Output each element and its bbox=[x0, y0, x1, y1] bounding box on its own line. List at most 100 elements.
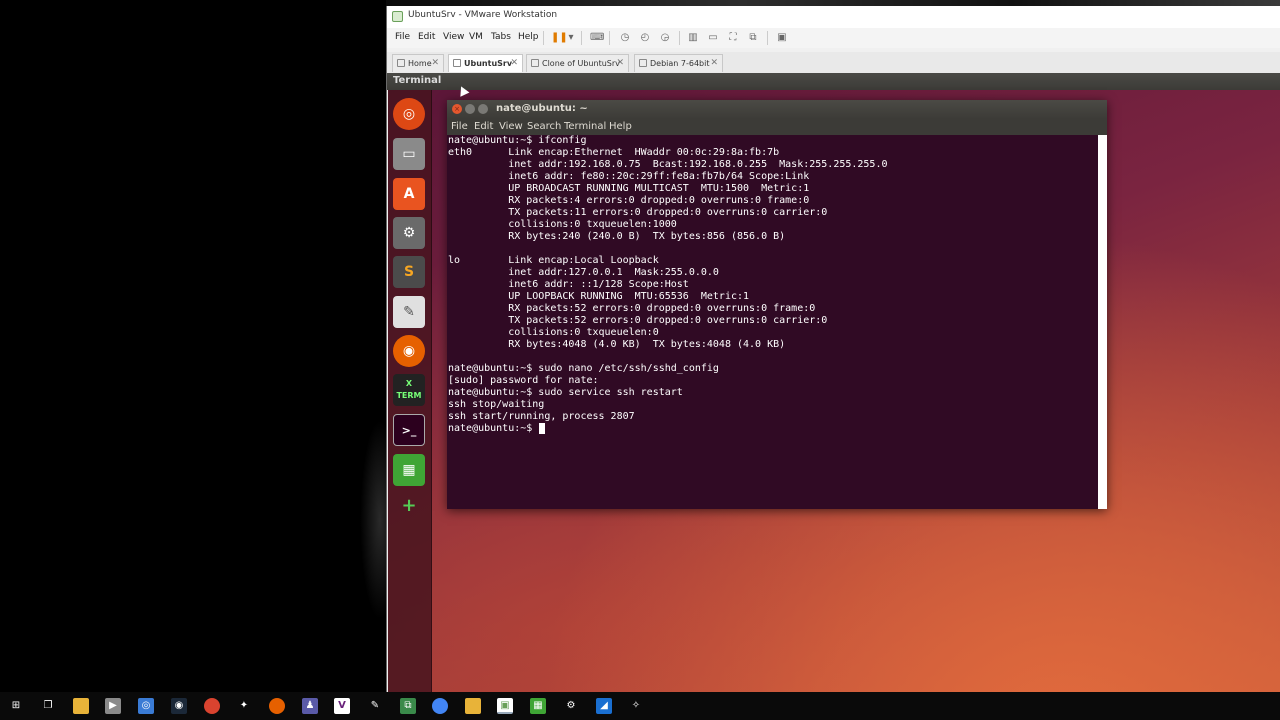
system-settings-icon[interactable]: ⚙ bbox=[393, 217, 425, 249]
terminal-menu-terminal[interactable]: Terminal bbox=[564, 121, 606, 132]
terminal-line: collisions:0 txqueuelen:0 bbox=[448, 327, 659, 338]
tab-home[interactable]: Home ✕ bbox=[392, 54, 444, 72]
terminal-line: RX bytes:240 (240.0 B) TX bytes:856 (856… bbox=[448, 231, 786, 242]
menu-help[interactable]: Help bbox=[518, 32, 539, 42]
vmware-icon[interactable]: ▣ bbox=[497, 698, 513, 714]
vmware-title-bar[interactable]: UbuntuSrv - VMware Workstation bbox=[387, 6, 1280, 28]
app-icon[interactable]: ⧉ bbox=[400, 698, 416, 714]
vmware-tab-strip: Home ✕ UbuntuSrv ✕ Clone of UbuntuSrv ✕ … bbox=[387, 52, 1280, 74]
terminal-title: nate@ubuntu: ~ bbox=[496, 103, 588, 114]
terminal-menu-file[interactable]: File bbox=[451, 121, 468, 132]
terminal-line: nate@ubuntu:~$ ifconfig bbox=[448, 135, 587, 146]
ubuntu-desktop[interactable]: ◎ ▭ A ⚙ S ✎ ◉ X TERM >_ ▦ + × nate@ubuntu… bbox=[388, 90, 1280, 692]
app-icon[interactable]: ◢ bbox=[596, 698, 612, 714]
terminal-line: [sudo] password for nate: bbox=[448, 375, 599, 386]
xterm-icon[interactable]: X TERM bbox=[393, 374, 425, 406]
terminal-window[interactable]: × nate@ubuntu: ~ File Edit View Search T… bbox=[447, 100, 1107, 509]
terminal-line: eth0 Link encap:Ethernet HWaddr 00:0c:29… bbox=[448, 147, 780, 158]
snapshot-icon[interactable]: ◷ bbox=[619, 32, 631, 44]
snapshot-manager-icon[interactable]: ◶ bbox=[659, 32, 671, 44]
software-center-icon[interactable]: A bbox=[393, 178, 425, 210]
close-icon[interactable]: × bbox=[452, 104, 462, 114]
close-icon[interactable]: ✕ bbox=[431, 58, 439, 68]
terminal-menu-search[interactable]: Search bbox=[527, 121, 561, 132]
terminal-line: nate@ubuntu:~$ sudo nano /etc/ssh/sshd_c… bbox=[448, 363, 719, 374]
terminal-menu-bar: File Edit View Search Terminal Help bbox=[447, 119, 1107, 135]
library-icon[interactable]: ▥ bbox=[687, 32, 699, 44]
maximize-icon[interactable] bbox=[478, 104, 488, 114]
terminal-output[interactable]: nate@ubuntu:~$ ifconfig eth0 Link encap:… bbox=[447, 135, 1097, 509]
terminal-menu-edit[interactable]: Edit bbox=[474, 121, 493, 132]
add-icon[interactable]: + bbox=[393, 490, 425, 522]
text-editor-icon[interactable]: ✎ bbox=[393, 296, 425, 328]
terminal-scrollbar[interactable] bbox=[1098, 135, 1107, 509]
chrome-icon[interactable] bbox=[432, 698, 448, 714]
close-icon[interactable]: ✕ bbox=[616, 58, 624, 68]
vmware-window-title: UbuntuSrv - VMware Workstation bbox=[408, 10, 558, 20]
spreadsheet-icon[interactable]: ▦ bbox=[530, 698, 546, 714]
home-icon bbox=[397, 59, 405, 67]
menu-view[interactable]: View bbox=[443, 32, 464, 42]
ubuntu-dash-icon[interactable]: ◎ bbox=[393, 98, 425, 130]
app-icon[interactable]: ✦ bbox=[236, 698, 252, 714]
terminal-line: inet addr:192.168.0.75 Bcast:192.168.0.2… bbox=[448, 159, 888, 170]
windows-start-icon[interactable]: ⊞ bbox=[8, 698, 24, 714]
task-view-icon[interactable]: ❐ bbox=[40, 698, 56, 714]
minimize-icon[interactable] bbox=[465, 104, 475, 114]
active-app-title: Terminal bbox=[393, 75, 442, 86]
toolbar-divider bbox=[679, 31, 680, 45]
full-screen-icon[interactable]: ⛶ bbox=[727, 32, 739, 44]
tab-ubuntusrv[interactable]: UbuntuSrv ✕ bbox=[448, 54, 523, 72]
terminal-title-bar[interactable]: × nate@ubuntu: ~ bbox=[447, 100, 1107, 119]
firefox-icon[interactable] bbox=[269, 698, 285, 714]
sublime-text-icon[interactable]: S bbox=[393, 256, 425, 288]
menu-vm[interactable]: VM bbox=[469, 32, 483, 42]
terminal-line: RX packets:4 errors:0 dropped:0 overruns… bbox=[448, 195, 810, 206]
app-icon[interactable]: ♟ bbox=[302, 698, 318, 714]
tab-label: Home bbox=[408, 59, 432, 68]
menu-file[interactable]: File bbox=[395, 32, 410, 42]
vmware-menu-bar: File Edit View VM Tabs Help ❚❚ ▾ ⌨ ◷ ◴ ◶… bbox=[387, 28, 1280, 48]
toolbar-divider bbox=[543, 31, 544, 45]
folder-icon[interactable] bbox=[465, 698, 481, 714]
files-icon[interactable]: ▭ bbox=[393, 138, 425, 170]
thumbnail-bar-icon[interactable]: ▭ bbox=[707, 32, 719, 44]
terminal-prompt-line[interactable]: nate@ubuntu:~$ bbox=[448, 423, 546, 435]
pause-icon[interactable]: ❚❚ bbox=[551, 32, 568, 44]
terminal-menu-view[interactable]: View bbox=[499, 121, 523, 132]
guest-top-panel: Terminal bbox=[387, 73, 1280, 90]
app-icon[interactable] bbox=[204, 698, 220, 714]
console-view-icon[interactable]: ▣ bbox=[776, 32, 788, 44]
toolbar-divider bbox=[581, 31, 582, 45]
app-icon[interactable]: ◎ bbox=[138, 698, 154, 714]
terminal-line: nate@ubuntu:~$ sudo service ssh restart bbox=[448, 387, 683, 398]
terminal-icon[interactable]: >_ bbox=[393, 414, 425, 446]
firefox-icon[interactable]: ◉ bbox=[393, 335, 425, 367]
vmware-app-icon bbox=[392, 11, 403, 22]
close-icon[interactable]: ✕ bbox=[710, 58, 718, 68]
menu-tabs[interactable]: Tabs bbox=[491, 32, 511, 42]
steam-icon[interactable]: ◉ bbox=[171, 698, 187, 714]
terminal-line: ssh start/running, process 2807 bbox=[448, 411, 635, 422]
app-icon[interactable]: ✧ bbox=[628, 698, 644, 714]
close-icon[interactable]: ✕ bbox=[510, 58, 518, 68]
revert-snapshot-icon[interactable]: ◴ bbox=[639, 32, 651, 44]
settings-icon[interactable]: ⚙ bbox=[563, 698, 579, 714]
file-explorer-icon[interactable] bbox=[73, 698, 89, 714]
host-desktop bbox=[0, 0, 386, 692]
tab-clone-of-ubuntusrv[interactable]: Clone of UbuntuSrv ✕ bbox=[526, 54, 629, 72]
terminal-line: inet addr:127.0.0.1 Mask:255.0.0.0 bbox=[448, 267, 719, 278]
chevron-down-icon[interactable]: ▾ bbox=[565, 32, 577, 44]
unity-icon[interactable]: ⧉ bbox=[747, 32, 759, 44]
visual-studio-icon[interactable]: V bbox=[334, 698, 350, 714]
terminal-line: UP BROADCAST RUNNING MULTICAST MTU:1500 … bbox=[448, 183, 810, 194]
terminal-line: RX bytes:4048 (4.0 KB) TX bytes:4048 (4.… bbox=[448, 339, 786, 350]
tab-debian[interactable]: Debian 7-64bit ✕ bbox=[634, 54, 723, 72]
send-ctrl-alt-del-icon[interactable]: ⌨ bbox=[590, 32, 604, 44]
media-player-icon[interactable]: ▶ bbox=[105, 698, 121, 714]
terminal-menu-help[interactable]: Help bbox=[609, 121, 632, 132]
toolbar-divider bbox=[609, 31, 610, 45]
menu-edit[interactable]: Edit bbox=[418, 32, 435, 42]
libreoffice-calc-icon[interactable]: ▦ bbox=[393, 454, 425, 486]
app-icon[interactable]: ✎ bbox=[367, 698, 383, 714]
